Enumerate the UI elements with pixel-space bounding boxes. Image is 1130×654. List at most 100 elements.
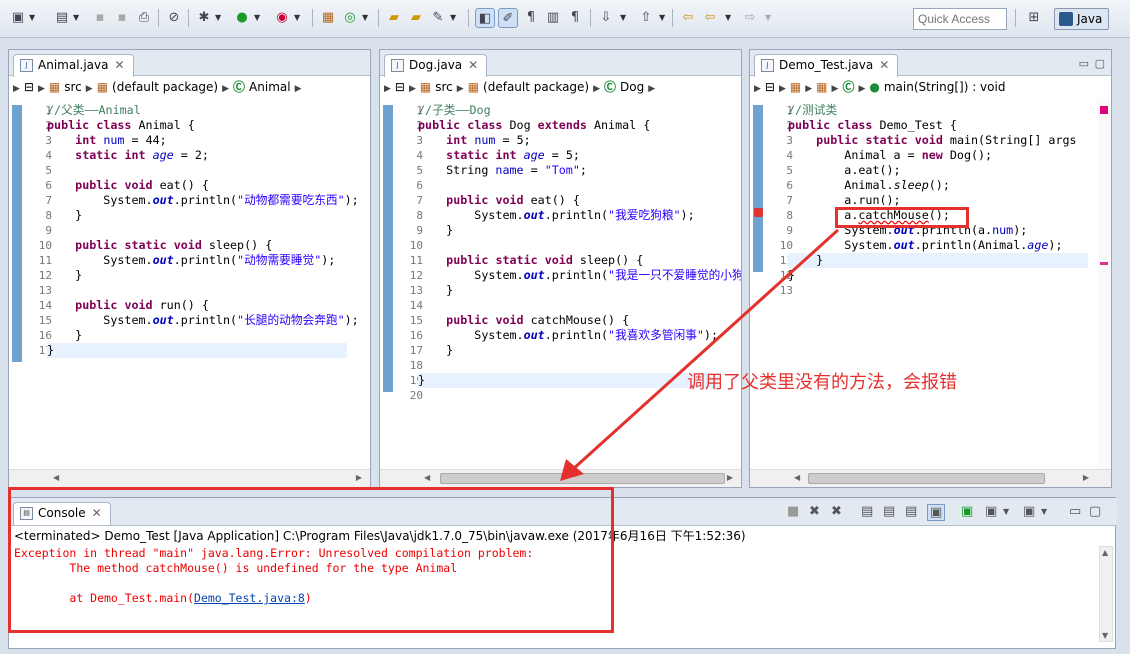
scroll-right-icon[interactable]: ▶ bbox=[1083, 473, 1089, 482]
show-console-icon[interactable]: ▣ bbox=[927, 504, 946, 521]
breadcrumb-src[interactable]: src bbox=[64, 80, 82, 94]
show-whitespace-icon[interactable]: ¶ bbox=[521, 8, 541, 28]
breadcrumb-class[interactable]: Animal bbox=[249, 80, 291, 94]
minimize-icon[interactable]: ▭ bbox=[1069, 504, 1081, 519]
pin-console-icon[interactable]: ▣ bbox=[961, 504, 973, 519]
code-line[interactable]: //父类——Animal bbox=[47, 103, 359, 118]
maximize-icon[interactable]: ▢ bbox=[1095, 57, 1105, 70]
code-line[interactable]: public static void sleep() { bbox=[418, 253, 741, 268]
breadcrumb-package[interactable]: (default package) bbox=[112, 80, 218, 94]
horizontal-scrollbar[interactable]: ◀ ▶ bbox=[380, 469, 741, 487]
chevron-right-icon[interactable]: ▶ bbox=[648, 84, 655, 94]
code-line[interactable]: public class Animal { bbox=[47, 118, 359, 133]
scroll-left-icon[interactable]: ◀ bbox=[53, 473, 59, 482]
chevron-right-icon[interactable]: ▶ bbox=[295, 84, 302, 94]
prev-annotation-icon[interactable]: ⇧ bbox=[636, 8, 656, 28]
scroll-left-icon[interactable]: ◀ bbox=[794, 473, 800, 482]
next-annotation-dropdown[interactable]: ▼ bbox=[620, 8, 626, 28]
scroll-right-icon[interactable]: ▶ bbox=[356, 473, 362, 482]
chevron-right-icon[interactable]: ▶ bbox=[754, 84, 761, 94]
print-icon[interactable]: ⎙ bbox=[134, 8, 154, 28]
scroll-lock-icon[interactable]: ▤ bbox=[883, 504, 895, 519]
block-selection-icon[interactable]: ▥ bbox=[543, 8, 563, 28]
code-line[interactable]: Animal a = new Dog(); bbox=[788, 148, 1088, 163]
code-editor[interactable]: 1 2 3 4 5 6 7 8 9 10 11 12 13 14 15 16 17 //父类——Animal pu… bbox=[9, 99, 370, 469]
chevron-right-icon[interactable]: ▶ bbox=[13, 84, 20, 94]
open-console-icon[interactable]: ▣ bbox=[1023, 504, 1035, 519]
terminate-icon[interactable]: ■ bbox=[787, 504, 799, 519]
open-type-icon[interactable]: ▰ bbox=[384, 8, 404, 28]
code-line[interactable]: System.out.println("我爱吃狗粮"); bbox=[418, 208, 741, 223]
new-wizard-dropdown[interactable]: ▼ bbox=[73, 8, 79, 28]
code-line[interactable]: } bbox=[47, 268, 359, 283]
display-console-dropdown[interactable]: ▼ bbox=[1003, 507, 1009, 516]
code-line[interactable]: } bbox=[418, 223, 741, 238]
chevron-right-icon[interactable]: ▶ bbox=[593, 84, 600, 94]
close-icon[interactable]: ✕ bbox=[879, 58, 889, 72]
code-line[interactable]: } bbox=[418, 373, 718, 388]
code-text[interactable]: //子类——Dog public class Dog extends Animal… bbox=[418, 103, 741, 403]
code-line[interactable]: System.out.println("我是一只不爱睡觉的小狗"); bbox=[418, 268, 741, 283]
chevron-right-icon[interactable]: ▶ bbox=[86, 84, 93, 94]
code-line[interactable]: Animal.sleep(); bbox=[788, 178, 1088, 193]
horizontal-scrollbar[interactable]: ◀ ▶ bbox=[750, 469, 1111, 487]
code-line[interactable]: System.out.println("长腿的动物会奔跑"); bbox=[47, 313, 358, 328]
display-console-icon[interactable]: ▣ bbox=[985, 504, 997, 519]
code-editor[interactable]: 1 2 3 4 5 6 7 8 9 10 11 12 13 //测试类 public class Demo… bbox=[750, 99, 1097, 469]
run-icon[interactable]: ● bbox=[232, 8, 252, 28]
code-line[interactable]: System.out.println("动物都需要吃东西"); bbox=[47, 193, 358, 208]
code-line[interactable] bbox=[47, 223, 359, 238]
chevron-right-icon[interactable]: ▶ bbox=[832, 84, 839, 94]
close-icon[interactable]: ✕ bbox=[114, 58, 124, 72]
scroll-up-icon[interactable]: ▲ bbox=[1102, 548, 1108, 557]
word-wrap-icon[interactable]: ¶ bbox=[565, 8, 585, 28]
code-line[interactable] bbox=[47, 283, 359, 298]
debug-icon[interactable]: ✱ bbox=[194, 8, 214, 28]
code-line[interactable]: public void eat() { bbox=[47, 178, 359, 193]
vertical-scrollbar[interactable]: ▲ ▼ bbox=[1099, 546, 1113, 642]
code-line[interactable]: public static void sleep() { bbox=[47, 238, 359, 253]
search-dropdown[interactable]: ▼ bbox=[450, 8, 456, 28]
overview-ruler[interactable] bbox=[1097, 99, 1111, 469]
code-line[interactable]: int num = 44; bbox=[47, 133, 359, 148]
chevron-right-icon[interactable]: ▶ bbox=[805, 84, 812, 94]
maximize-icon[interactable]: ▢ bbox=[1089, 504, 1101, 519]
error-marker-icon[interactable] bbox=[754, 208, 763, 217]
forward-dropdown[interactable]: ▼ bbox=[765, 8, 771, 28]
code-line[interactable]: System.out.println(Animal.age); bbox=[788, 238, 1088, 253]
skip-breakpoints-icon[interactable]: ⊘ bbox=[164, 8, 184, 28]
horizontal-scrollbar[interactable]: ◀ ▶ bbox=[9, 469, 370, 487]
chevron-right-icon[interactable]: ▶ bbox=[858, 84, 865, 94]
chevron-right-icon[interactable]: ▶ bbox=[409, 84, 416, 94]
code-line[interactable]: a.run(); bbox=[788, 193, 1088, 208]
prev-annotation-dropdown[interactable]: ▼ bbox=[659, 8, 665, 28]
scroll-down-icon[interactable]: ▼ bbox=[1102, 631, 1108, 640]
run-dropdown[interactable]: ▼ bbox=[254, 8, 260, 28]
code-line[interactable]: static int age = 5; bbox=[418, 148, 741, 163]
new-dropdown[interactable]: ▼ bbox=[29, 8, 35, 28]
remove-all-launches-icon[interactable]: ✖ bbox=[831, 504, 842, 519]
chevron-right-icon[interactable]: ▶ bbox=[779, 84, 786, 94]
external-tools-dropdown[interactable]: ▼ bbox=[294, 8, 300, 28]
chevron-right-icon[interactable]: ▶ bbox=[457, 84, 464, 94]
scroll-left-icon[interactable]: ◀ bbox=[424, 473, 430, 482]
toggle-mark-occurrences-icon[interactable]: ◧ bbox=[475, 8, 495, 28]
clear-console-icon[interactable]: ▤ bbox=[861, 504, 873, 519]
toggle-highlight-icon[interactable]: ✐ bbox=[498, 8, 518, 28]
code-line[interactable] bbox=[418, 298, 741, 313]
debug-dropdown[interactable]: ▼ bbox=[215, 8, 221, 28]
code-line[interactable]: static int age = 2; bbox=[47, 148, 359, 163]
code-line[interactable]: public class Demo_Test { bbox=[788, 118, 1088, 133]
forward-icon[interactable]: ⇨ bbox=[740, 8, 760, 28]
code-line[interactable]: //子类——Dog bbox=[418, 103, 741, 118]
tab-animal-java[interactable]: J Animal.java ✕ bbox=[13, 54, 134, 77]
new-wizard-icon[interactable]: ▤ bbox=[52, 8, 72, 28]
next-annotation-icon[interactable]: ⇩ bbox=[596, 8, 616, 28]
code-line[interactable]: public void catchMouse() { bbox=[418, 313, 741, 328]
chevron-right-icon[interactable]: ▶ bbox=[222, 84, 229, 94]
code-line[interactable]: System.out.println("动物需要睡觉"); bbox=[47, 253, 359, 268]
code-line[interactable]: int num = 5; bbox=[418, 133, 741, 148]
java-perspective-button[interactable]: Java bbox=[1054, 8, 1109, 30]
code-line[interactable]: a.eat(); bbox=[788, 163, 1088, 178]
code-line[interactable] bbox=[788, 283, 1088, 298]
